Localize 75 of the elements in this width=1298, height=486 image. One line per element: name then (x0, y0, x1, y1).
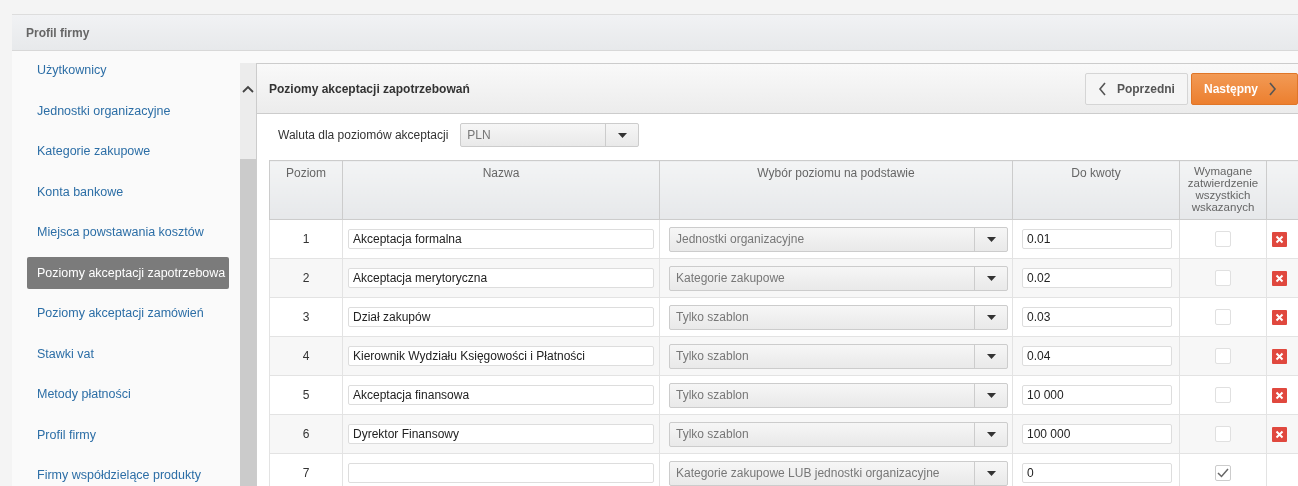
checkbox[interactable] (1215, 348, 1231, 364)
sidebar-item[interactable]: Stawki vat (27, 337, 229, 370)
level-number: 7 (269, 453, 343, 486)
column-header: Wymagane zatwierdzenie wszystkich wskazanych (1179, 160, 1267, 220)
previous-button[interactable]: Poprzedni (1084, 72, 1188, 105)
level-number: 4 (269, 336, 343, 376)
delete-icon[interactable] (1272, 270, 1287, 286)
amount-field[interactable]: 0 (1022, 463, 1172, 483)
caret-down-icon (986, 236, 996, 242)
basis-dropdown[interactable]: Kategorie zakupowe (669, 265, 1008, 291)
column-header: Wybór poziomu na podstawie (659, 160, 1013, 220)
amount-field[interactable]: 0.03 (1022, 307, 1172, 327)
checkbox[interactable] (1215, 387, 1231, 403)
amount-field[interactable]: 0.02 (1022, 268, 1172, 288)
checkbox[interactable] (1215, 426, 1231, 442)
basis-dropdown[interactable]: Tylko szablon (669, 421, 1008, 447)
column-header: Nazwa (342, 160, 660, 220)
delete-icon[interactable] (1272, 426, 1287, 442)
panel-title: Poziomy akceptacji zapotrzebowań (269, 81, 471, 96)
name-field[interactable]: Kierownik Wydziału Księgowości i Płatności (348, 346, 654, 366)
level-number: 5 (269, 375, 343, 415)
amount-field[interactable]: 0.04 (1022, 346, 1172, 366)
amount-field[interactable]: 0.01 (1022, 229, 1172, 249)
scrollbar[interactable] (240, 63, 256, 486)
level-number: 1 (269, 219, 343, 259)
name-field[interactable]: Akceptacja merytoryczna (348, 268, 654, 288)
caret-down-icon (986, 431, 996, 437)
scrollbar-thumb[interactable] (240, 159, 256, 486)
level-number: 2 (269, 258, 343, 298)
basis-dropdown[interactable]: Kategorie zakupowe LUB jednostki organizacyjne (669, 460, 1008, 486)
caret-down-icon (986, 314, 996, 320)
delete-icon[interactable] (1272, 309, 1287, 325)
checkbox[interactable] (1215, 270, 1231, 286)
sidebar-item[interactable]: Jednostki organizacyjne (27, 94, 229, 127)
chevron-left-icon (1097, 81, 1107, 96)
caret-down-icon (986, 353, 996, 359)
sidebar-item[interactable]: Profil firmy (27, 418, 229, 451)
section-title: Profil firmy (26, 25, 90, 40)
sidebar-item[interactable]: Kategorie zakupowe (27, 135, 229, 167)
amount-field[interactable]: 10 000 (1022, 385, 1172, 405)
caret-down-icon (617, 132, 627, 138)
caret-down-icon (986, 392, 996, 398)
name-field[interactable] (348, 463, 654, 483)
currency-label: Waluta dla poziomów akceptacji (278, 128, 449, 142)
checkbox[interactable] (1215, 231, 1231, 247)
sidebar-item[interactable]: Firmy współdzielące produkty (27, 459, 229, 486)
basis-dropdown[interactable]: Tylko szablon (669, 382, 1008, 408)
checkbox[interactable] (1215, 309, 1231, 325)
name-field[interactable]: Akceptacja finansowa (348, 385, 654, 405)
sidebar-item[interactable]: Metody płatności (27, 378, 229, 410)
basis-dropdown[interactable]: Tylko szablon (669, 343, 1008, 369)
checkbox[interactable] (1215, 465, 1231, 481)
caret-down-icon (986, 470, 996, 476)
name-field[interactable]: Dział zakupów (348, 307, 654, 327)
caret-down-icon (986, 275, 996, 281)
chevron-up-icon[interactable] (242, 85, 254, 93)
sidebar-item[interactable]: Poziomy akceptacji zamówień (27, 297, 229, 329)
level-number: 3 (269, 297, 343, 337)
chevron-right-icon (1268, 81, 1277, 96)
level-number: 6 (269, 414, 343, 454)
name-field[interactable]: Dyrektor Finansowy (348, 424, 654, 444)
basis-dropdown[interactable]: Jednostki organizacyjne (669, 226, 1008, 252)
column-header: Do kwoty (1012, 160, 1180, 220)
basis-dropdown[interactable]: Tylko szablon (669, 304, 1008, 330)
currency-dropdown[interactable]: PLN (460, 123, 640, 147)
amount-field[interactable]: 100 000 (1022, 424, 1172, 444)
column-header: Poziom (269, 160, 343, 220)
name-field[interactable]: Akceptacja formalna (348, 229, 654, 249)
sidebar-item[interactable]: Konta bankowe (27, 175, 229, 208)
sidebar-item[interactable]: Użytkownicy (27, 54, 229, 86)
delete-icon[interactable] (1272, 348, 1287, 364)
delete-icon[interactable] (1272, 231, 1287, 247)
sidebar-item[interactable]: Poziomy akceptacji zapotrzebowa (27, 256, 229, 289)
sidebar-item[interactable]: Miejsca powstawania kosztów (27, 216, 229, 248)
delete-icon[interactable] (1272, 387, 1287, 403)
